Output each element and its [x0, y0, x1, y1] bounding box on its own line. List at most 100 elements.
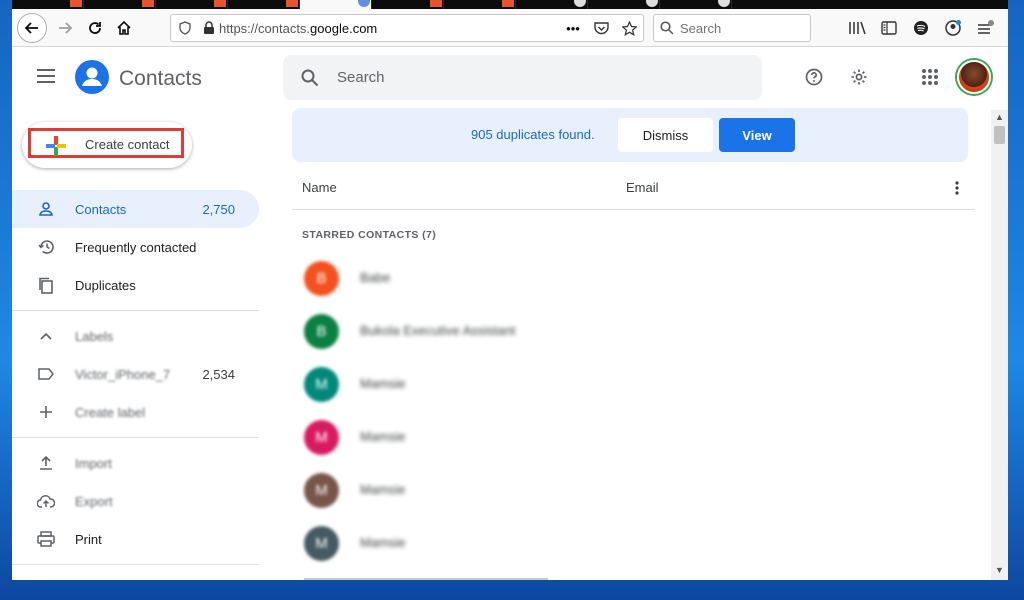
account-icon[interactable] [940, 13, 966, 43]
sidebar-item-frequently-contacted[interactable]: Frequently contacted [12, 228, 259, 266]
home-button[interactable] [109, 13, 139, 43]
create-contact-button[interactable]: Create contact [22, 122, 192, 168]
sidebar-item-label: Export [75, 493, 113, 509]
scroll-down-icon[interactable]: ▼ [994, 565, 1005, 576]
contact-row[interactable]: M Mamsie [292, 358, 975, 411]
label-count: 2,534 [202, 366, 235, 382]
contact-name: Mamsie [360, 535, 406, 550]
main-menu-icon[interactable] [34, 64, 58, 88]
contact-avatar: M [304, 367, 339, 402]
contact-row[interactable]: B Bukola Executive Assistant [292, 305, 975, 358]
help-icon[interactable] [802, 65, 826, 89]
contacts-app: Contacts Search Create contact Contacts … [12, 48, 1008, 580]
search-icon [660, 21, 674, 35]
duplicates-message: 905 duplicates found. [471, 127, 595, 142]
shield-icon[interactable] [171, 21, 199, 35]
back-button[interactable] [17, 13, 47, 43]
column-header: Name Email [292, 170, 975, 210]
contacts-logo-icon [75, 60, 109, 94]
sidebar-item-export[interactable]: Export [12, 482, 259, 520]
browser-tab[interactable] [372, 0, 444, 9]
sidebar-item-create-label[interactable]: Create label [12, 393, 259, 431]
sidebar-item-label: Contacts [75, 201, 127, 217]
browser-tab[interactable] [84, 0, 156, 9]
url-bar[interactable]: https://contacts.google.com ••• [170, 14, 644, 42]
back-arrow-icon [24, 22, 38, 34]
browser-tab[interactable] [660, 0, 732, 9]
sidebar-item-import[interactable]: Import [12, 444, 259, 482]
contact-avatar: M [304, 420, 339, 455]
sidebar-item-label: Duplicates [75, 277, 136, 293]
forward-button[interactable] [50, 13, 80, 43]
browser-tab[interactable] [444, 0, 516, 9]
sidebar-item-duplicates[interactable]: Duplicates [12, 266, 259, 304]
spotify-icon[interactable] [908, 13, 934, 43]
forward-arrow-icon [59, 22, 73, 34]
settings-gear-icon[interactable] [847, 65, 871, 89]
cloud-upload-icon [36, 491, 56, 511]
contact-name: Mamsie [360, 429, 406, 444]
duplicates-banner: 905 duplicates found. Dismiss View [292, 108, 968, 162]
sidebar-item-label: Create label [75, 404, 146, 420]
sidebar-item-label: Labels [75, 328, 114, 344]
contact-row[interactable]: M Mamsie [292, 517, 975, 570]
dismiss-button[interactable]: Dismiss [618, 118, 713, 152]
browser-tab[interactable] [588, 0, 660, 9]
page-actions-icon[interactable]: ••• [559, 21, 587, 36]
history-icon [36, 237, 56, 257]
sidebar-item-labels-header[interactable]: Labels [12, 317, 259, 355]
contact-row[interactable]: M Mamsie [292, 411, 975, 464]
divider [12, 437, 259, 438]
create-contact-label: Create contact [85, 137, 170, 152]
plus-icon [46, 136, 66, 156]
browser-toolbar: https://contacts.google.com ••• Search [12, 9, 1008, 47]
contact-avatar: B [304, 261, 339, 296]
scroll-up-icon[interactable]: ▲ [994, 112, 1005, 123]
browser-tab[interactable] [12, 0, 84, 9]
contact-name: Mamsie [360, 376, 406, 391]
browser-search-field[interactable]: Search [653, 14, 811, 42]
library-icon[interactable] [844, 13, 870, 43]
contact-name: Babe [360, 270, 391, 285]
horizontal-scrollbar[interactable] [304, 578, 548, 580]
lock-icon[interactable] [199, 21, 219, 35]
upload-icon [36, 453, 56, 473]
label-tag-icon [36, 364, 56, 384]
sidebar-item-print[interactable]: Print [12, 520, 259, 558]
sidebar-item-label: Frequently contacted [75, 239, 197, 255]
more-vert-icon[interactable] [947, 178, 967, 198]
browser-tab-active[interactable] [300, 0, 372, 9]
plus-icon [36, 402, 56, 422]
contact-row[interactable]: M Mamsie [292, 464, 975, 517]
sidebar-item-contacts[interactable]: Contacts 2,750 [12, 190, 259, 228]
reload-button[interactable] [80, 13, 110, 43]
contacts-search-input[interactable]: Search [283, 55, 762, 100]
column-email[interactable]: Email [626, 180, 659, 195]
scrollbar[interactable]: ▲ ▼ [991, 110, 1008, 580]
menu-icon[interactable] [972, 13, 998, 43]
starred-section-title: STARRED CONTACTS (7) [302, 229, 437, 241]
browser-window: https://contacts.google.com ••• Search C… [12, 0, 1008, 580]
sidebar-item-label-group[interactable]: Victor_iPhone_7 2,534 [12, 355, 259, 393]
printer-icon [36, 529, 56, 549]
sidebar-nav: Contacts 2,750 Frequently contacted Dupl… [12, 190, 259, 571]
contact-name: Mamsie [360, 482, 406, 497]
column-name[interactable]: Name [302, 180, 337, 195]
pocket-icon[interactable] [587, 21, 615, 35]
tab-strip [12, 0, 1008, 9]
browser-tab[interactable] [516, 0, 588, 9]
sidebar-icon[interactable] [876, 13, 902, 43]
contact-row[interactable]: B Babe [292, 252, 975, 305]
view-button[interactable]: View [719, 118, 795, 152]
browser-tab[interactable] [228, 0, 300, 9]
apps-grid-icon[interactable] [918, 65, 942, 89]
user-avatar[interactable] [957, 60, 991, 94]
person-icon [36, 199, 56, 219]
bookmark-star-icon[interactable] [615, 20, 643, 36]
browser-search-placeholder: Search [680, 20, 722, 36]
contact-avatar: M [304, 473, 339, 508]
scrollbar-thumb[interactable] [994, 126, 1005, 144]
url-text: https://contacts.google.com [219, 20, 378, 36]
browser-tab[interactable] [156, 0, 228, 9]
home-icon [117, 20, 131, 35]
